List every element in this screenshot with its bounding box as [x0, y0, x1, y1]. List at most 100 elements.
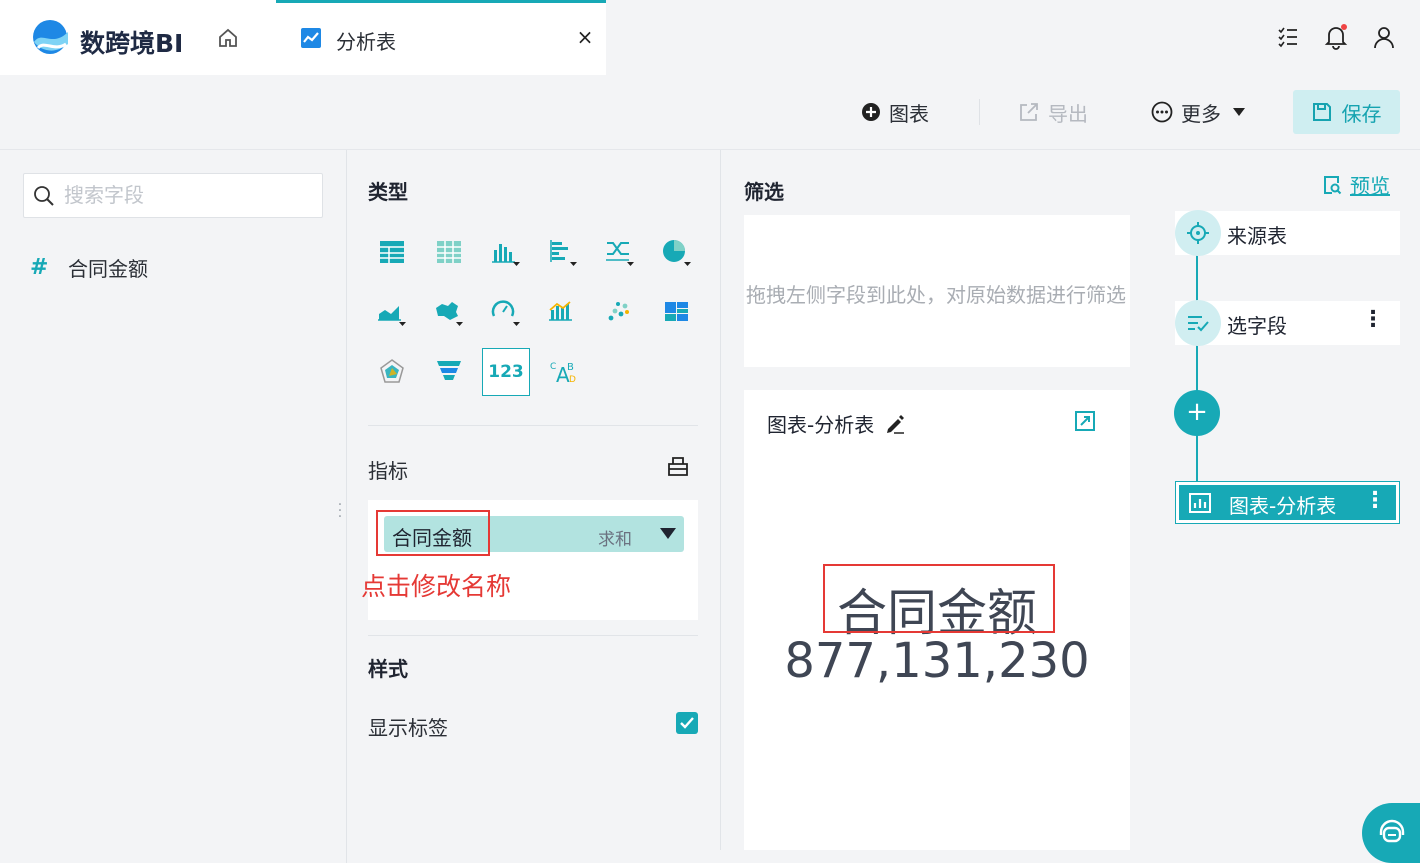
treemap-icon: [665, 302, 688, 321]
numeric-field-icon: #: [30, 254, 49, 280]
checkmark-icon: [680, 717, 694, 729]
chart-type-combo[interactable]: [596, 228, 644, 276]
map-icon: [436, 302, 463, 326]
table-icon: [380, 241, 404, 263]
task-list-icon[interactable]: [1276, 24, 1300, 50]
chart-type-table[interactable]: [368, 228, 416, 276]
chart-type-horizontal-bar[interactable]: [539, 228, 587, 276]
customer-service-button[interactable]: [1362, 803, 1420, 863]
chart-type-scatter[interactable]: [596, 288, 644, 336]
preview-label: 预览: [1350, 174, 1390, 198]
brand-name: 数跨境BI: [80, 29, 184, 58]
show-label-checkbox[interactable]: [676, 712, 698, 734]
more-circle-icon: [1151, 101, 1173, 123]
chart-type-kpi-number[interactable]: 123: [482, 348, 530, 396]
horizontal-bar-icon: [550, 240, 577, 266]
field-panel: # 合同金额: [0, 150, 347, 863]
brand-area: 数跨境BI: [0, 0, 276, 75]
sort-settings-icon[interactable]: [666, 454, 690, 478]
crosshair-icon: [1187, 222, 1209, 244]
flow-connector: [1196, 345, 1198, 392]
user-icon[interactable]: [1372, 24, 1396, 50]
chart-type-word-cloud[interactable]: C A B D: [539, 348, 587, 396]
data-flow-panel: 预览 来源表 选字段 ⋮ + 图表-分析表 ⋮: [1152, 150, 1420, 863]
flow-node-select-fields[interactable]: 选字段 ⋮: [1175, 300, 1400, 346]
combo-icon: [606, 242, 634, 266]
node-label: 选字段: [1227, 314, 1287, 338]
filter-hint: 拖拽左侧字段到此处，对原始数据进行筛选: [746, 283, 1126, 307]
svg-text:B: B: [567, 362, 574, 373]
chart-type-gauge[interactable]: [482, 288, 530, 336]
plus-circle-icon: [862, 103, 880, 121]
headset-icon: [1379, 819, 1405, 843]
more-dropdown[interactable]: 更多: [1151, 95, 1249, 129]
caret-down-icon: [1233, 108, 1245, 116]
home-icon[interactable]: [216, 26, 240, 50]
caret-down-icon[interactable]: [660, 528, 676, 539]
chart-type-map[interactable]: [425, 288, 473, 336]
type-section-title: 类型: [368, 180, 408, 204]
top-bar: 数跨境BI 分析表 ×: [0, 0, 1420, 75]
panel-resize-handle[interactable]: · · ·: [337, 498, 343, 524]
show-label-text: 显示标签: [368, 716, 448, 740]
notification-bell[interactable]: [1324, 24, 1348, 50]
chart-type-pie[interactable]: [653, 228, 701, 276]
flow-connector: [1196, 253, 1198, 303]
tab-analysis[interactable]: 分析表 ×: [276, 0, 606, 75]
logo-icon: [33, 20, 68, 54]
chart-type-treemap[interactable]: [653, 288, 701, 336]
add-node-button[interactable]: +: [1174, 390, 1220, 436]
close-icon[interactable]: ×: [574, 25, 596, 51]
preview-link[interactable]: 预览: [1322, 170, 1390, 199]
save-button[interactable]: 保存: [1293, 90, 1400, 134]
field-search-input[interactable]: [64, 180, 314, 210]
bar-chart-icon: [1189, 493, 1211, 513]
kpi-number-icon: 123: [488, 362, 524, 382]
add-chart-label: 图表: [889, 101, 929, 126]
add-chart-button[interactable]: 图表: [861, 95, 929, 129]
search-icon: [34, 186, 54, 206]
flow-node-source-table[interactable]: 来源表: [1175, 210, 1400, 256]
pie-chart-icon: [663, 240, 691, 266]
node-icon-wrapper: [1175, 210, 1221, 256]
chart-node-body: 图表-分析表 ⋮: [1179, 485, 1396, 520]
annotation-text: 点击修改名称: [361, 572, 512, 601]
field-search-box: [23, 173, 323, 218]
chart-type-radar[interactable]: [368, 348, 416, 396]
chart-type-area[interactable]: [368, 288, 416, 336]
metric-pill-aggregation: 求和: [598, 530, 632, 550]
save-label: 保存: [1341, 101, 1382, 126]
chart-type-detail-table[interactable]: [425, 228, 473, 276]
bar-chart-icon: [492, 244, 520, 266]
word-cloud-icon: C A B D: [550, 362, 576, 386]
chart-type-bar[interactable]: [482, 228, 530, 276]
chart-card-header: 图表-分析表: [767, 409, 906, 438]
gauge-icon: [491, 300, 520, 326]
chart-card: 图表-分析表 合同金额 877,131,230: [744, 390, 1130, 850]
metric-pill[interactable]: 合同金额 求和: [384, 516, 684, 552]
export-icon: [1020, 103, 1038, 121]
tab-label: 分析表: [336, 30, 396, 54]
area-chart-icon: [378, 306, 406, 326]
field-item-contract-amount[interactable]: # 合同金额: [30, 253, 148, 281]
filter-section-title: 筛选: [744, 180, 784, 204]
kpi-value: 877,131,230: [784, 633, 1090, 689]
node-menu-icon[interactable]: ⋮: [1364, 488, 1386, 513]
node-label: 图表-分析表: [1229, 494, 1337, 518]
flow-node-chart[interactable]: 图表-分析表 ⋮: [1175, 481, 1400, 524]
filter-drop-zone[interactable]: 拖拽左侧字段到此处，对原始数据进行筛选: [744, 215, 1130, 367]
top-right-actions: [1276, 24, 1396, 50]
trend-chart-icon: [301, 28, 321, 48]
section-divider: [368, 425, 698, 426]
chart-type-combo-bar[interactable]: [539, 288, 587, 336]
scatter-icon: [608, 302, 629, 321]
node-menu-icon[interactable]: ⋮: [1362, 307, 1384, 332]
svg-text:D: D: [569, 375, 576, 385]
export-button[interactable]: 导出: [1018, 95, 1088, 129]
edit-icon[interactable]: [884, 413, 906, 435]
detail-table-icon: [437, 241, 461, 263]
metric-pill-name[interactable]: 合同金额: [392, 522, 472, 551]
flow-connector: [1196, 435, 1198, 483]
expand-icon[interactable]: [1074, 410, 1096, 432]
chart-type-funnel[interactable]: [425, 348, 473, 396]
